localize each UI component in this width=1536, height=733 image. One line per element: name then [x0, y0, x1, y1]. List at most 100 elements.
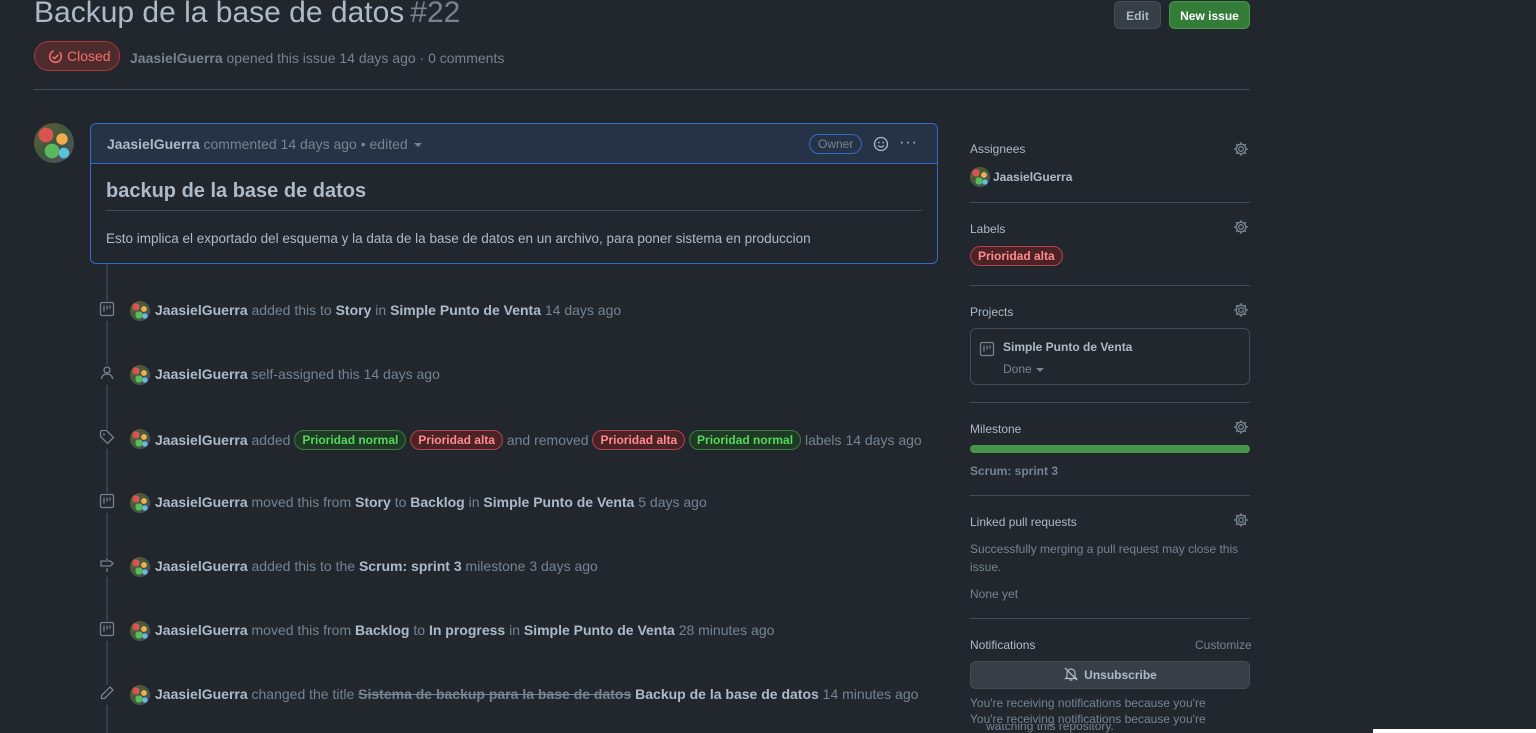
- column-name: Backlog: [355, 622, 410, 638]
- column-name: Backlog: [410, 494, 465, 510]
- project-name-link[interactable]: Simple Punto de Venta: [1003, 340, 1132, 354]
- gear-icon[interactable]: [1233, 302, 1249, 318]
- actor-link[interactable]: JaasielGuerra: [155, 366, 248, 382]
- gear-icon[interactable]: [1233, 419, 1249, 435]
- label-badge[interactable]: Prioridad alta: [410, 430, 503, 450]
- timeline-item: JaasielGuerra added Prioridad normal Pri…: [96, 427, 946, 451]
- issue-meta: JaasielGuerra opened this issue 14 days …: [130, 50, 504, 66]
- issue-number: #22: [410, 0, 461, 29]
- person-icon: [96, 365, 118, 385]
- avatar[interactable]: [130, 429, 150, 449]
- notifications-heading: Notifications: [970, 638, 1036, 652]
- chevron-down-icon: [1035, 367, 1044, 372]
- event-time[interactable]: 14 days ago: [545, 302, 621, 318]
- project-link[interactable]: Simple Punto de Venta: [483, 494, 634, 510]
- labels-heading[interactable]: Labels: [970, 222, 1005, 236]
- timeline-item: JaasielGuerra added this to Story in Sim…: [96, 299, 946, 323]
- event-text: changed the title: [251, 686, 355, 702]
- actor-link[interactable]: JaasielGuerra: [155, 558, 248, 574]
- event-time[interactable]: 14 minutes ago: [823, 686, 919, 702]
- event-text: in: [509, 622, 520, 638]
- issue-closed-icon: [48, 49, 63, 64]
- assignee-link[interactable]: JaasielGuerra: [993, 170, 1072, 184]
- gear-icon[interactable]: [1233, 219, 1249, 235]
- project-card: Simple Punto de Venta Done: [970, 328, 1250, 385]
- sidebar-divider: [970, 285, 1250, 286]
- new-title: Backup de la base de datos: [635, 686, 819, 702]
- milestone-link[interactable]: Scrum: sprint 3: [970, 464, 1058, 478]
- unsubscribe-label: Unsubscribe: [1084, 668, 1157, 682]
- issue-author-link[interactable]: JaasielGuerra: [130, 50, 223, 66]
- kebab-menu-icon[interactable]: ···: [899, 134, 918, 152]
- owner-badge: Owner: [809, 134, 863, 154]
- gear-icon[interactable]: [1233, 141, 1249, 157]
- project-status-dropdown[interactable]: Done: [1003, 362, 1044, 376]
- column-name: In progress: [428, 622, 506, 638]
- avatar[interactable]: [34, 123, 74, 163]
- comment-author-link[interactable]: JaasielGuerra: [107, 136, 200, 152]
- avatar[interactable]: [130, 365, 150, 385]
- event-text: added this to the: [251, 558, 356, 574]
- comment-meta: JaasielGuerra commented 14 days ago • ed…: [107, 136, 422, 152]
- sidebar-divider: [970, 618, 1250, 619]
- event-time[interactable]: 5 days ago: [638, 494, 707, 510]
- customize-link[interactable]: Customize: [1195, 638, 1252, 652]
- project-icon: [979, 341, 995, 357]
- notification-reason-cut-text: watching this repository.: [986, 724, 1114, 733]
- project-link[interactable]: Simple Punto de Venta: [390, 302, 541, 318]
- event-time[interactable]: 14 days ago: [364, 366, 440, 382]
- state-label: Closed: [67, 48, 111, 64]
- column-name: Story: [355, 494, 391, 510]
- event-text: in: [375, 302, 387, 318]
- avatar[interactable]: [130, 493, 150, 513]
- timeline-item: JaasielGuerra moved this from Story to B…: [96, 491, 946, 515]
- event-time[interactable]: 3 days ago: [529, 558, 598, 574]
- event-text: self-assigned this: [251, 366, 360, 382]
- notification-reason-cut: watching this repository.: [986, 724, 1114, 733]
- avatar[interactable]: [130, 685, 150, 705]
- chevron-down-icon[interactable]: [413, 143, 422, 148]
- label-badge[interactable]: Prioridad alta: [970, 246, 1063, 266]
- label-badge[interactable]: Prioridad normal: [689, 430, 802, 450]
- milestone-progress-bar: [970, 445, 1250, 453]
- event-text: milestone: [465, 558, 526, 574]
- window-edge: [1373, 729, 1536, 733]
- header-divider: [34, 89, 1250, 90]
- projects-heading[interactable]: Projects: [970, 305, 1013, 319]
- avatar[interactable]: [130, 301, 150, 321]
- milestone-heading[interactable]: Milestone: [970, 422, 1021, 436]
- edit-button[interactable]: Edit: [1114, 1, 1161, 29]
- avatar[interactable]: [130, 621, 150, 641]
- event-text: added this to: [251, 302, 332, 318]
- project-icon: [96, 301, 118, 321]
- unsubscribe-button[interactable]: Unsubscribe: [970, 661, 1250, 689]
- actor-link[interactable]: JaasielGuerra: [155, 302, 248, 318]
- event-time[interactable]: 28 minutes ago: [679, 622, 775, 638]
- state-badge: Closed: [34, 41, 120, 71]
- linked-prs-heading[interactable]: Linked pull requests: [970, 515, 1077, 529]
- gear-icon[interactable]: [1233, 512, 1249, 528]
- actor-link[interactable]: JaasielGuerra: [155, 686, 248, 702]
- new-issue-button[interactable]: New issue: [1169, 1, 1250, 29]
- label-badge[interactable]: Prioridad alta: [592, 430, 686, 450]
- comment-meta-text[interactable]: commented 14 days ago • edited: [204, 136, 408, 152]
- actor-link[interactable]: JaasielGuerra: [155, 622, 248, 638]
- sidebar-divider: [970, 202, 1250, 203]
- tag-icon: [96, 429, 118, 449]
- smiley-icon[interactable]: [873, 136, 889, 152]
- sidebar-divider: [970, 495, 1250, 496]
- actor-link[interactable]: JaasielGuerra: [155, 432, 248, 448]
- label-badge[interactable]: Prioridad normal: [294, 430, 407, 450]
- bell-slash-icon: [1064, 667, 1079, 681]
- avatar[interactable]: [970, 167, 990, 187]
- project-link[interactable]: Simple Punto de Venta: [524, 622, 675, 638]
- assignees-heading[interactable]: Assignees: [970, 142, 1025, 156]
- comment-heading: backup de la base de datos: [106, 180, 922, 211]
- event-time[interactable]: 14 days ago: [845, 432, 921, 448]
- event-text: and removed: [506, 432, 589, 448]
- sidebar-divider: [970, 402, 1250, 403]
- actor-link[interactable]: JaasielGuerra: [155, 494, 248, 510]
- pencil-icon: [96, 685, 118, 705]
- milestone-link[interactable]: Scrum: sprint 3: [359, 558, 462, 574]
- avatar[interactable]: [130, 557, 150, 577]
